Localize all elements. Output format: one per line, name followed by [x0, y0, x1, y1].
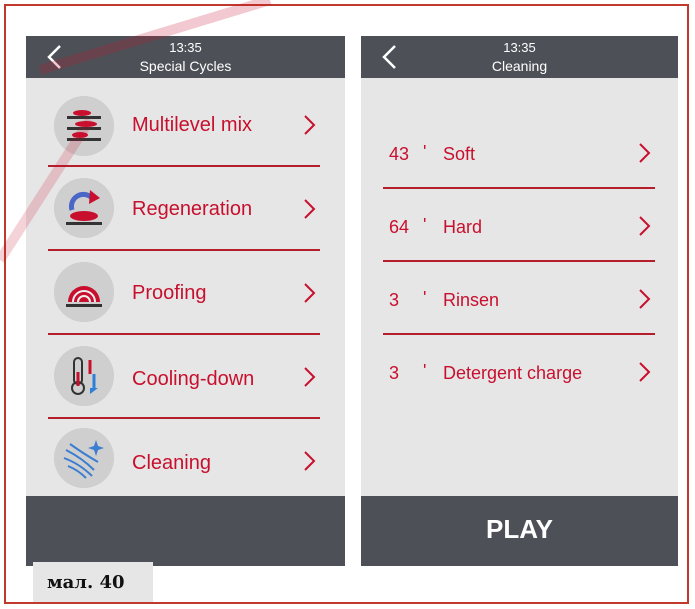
menu-item-label: Cleaning: [132, 452, 211, 474]
option-unit: ': [423, 361, 427, 381]
divider: [48, 417, 320, 419]
menu-item-proofing[interactable]: Proofing: [26, 258, 345, 330]
chevron-right-icon: [304, 199, 316, 219]
chevron-right-icon: [639, 289, 651, 309]
figure-caption: мал. 40: [33, 562, 153, 602]
menu-item-label: Multilevel mix: [132, 114, 253, 136]
divider: [383, 187, 655, 189]
menu-item-regeneration[interactable]: Regeneration: [26, 174, 345, 246]
screen-title: Special Cycles: [139, 58, 232, 74]
chevron-right-icon: [304, 451, 316, 471]
option-unit: ': [423, 142, 427, 162]
regeneration-icon: [54, 178, 114, 238]
chevron-right-icon: [639, 216, 651, 236]
header: 13:35 Special Cycles: [26, 36, 345, 78]
divider: [383, 260, 655, 262]
menu-item-cooling-down[interactable]: Cooling-down: [26, 342, 345, 414]
cleaning-icon: [54, 428, 114, 488]
menu-item-cleaning[interactable]: Cleaning: [26, 426, 345, 498]
cleaning-option-detergent-charge[interactable]: 3 ' Detergent charge: [361, 355, 678, 395]
screen-title: Cleaning: [491, 58, 548, 74]
menu-item-label: Proofing: [132, 282, 207, 304]
option-minutes: 64: [389, 217, 410, 237]
divider: [48, 249, 320, 251]
option-unit: ': [423, 288, 427, 308]
play-button[interactable]: PLAY: [361, 496, 678, 566]
divider: [383, 333, 655, 335]
divider: [48, 333, 320, 335]
chevron-right-icon: [639, 362, 651, 382]
proofing-icon: [54, 262, 114, 322]
clock: 13:35: [503, 40, 536, 55]
menu-item-label: Regeneration: [132, 198, 253, 220]
header: 13:35 Cleaning: [361, 36, 678, 78]
cleaning-screen: 13:35 Cleaning 43 ' Soft 64 ' Hard 3 ' R…: [361, 36, 678, 566]
clock: 13:35: [169, 40, 202, 55]
chevron-right-icon: [639, 143, 651, 163]
footer-bar: [26, 496, 345, 566]
cleaning-option-soft[interactable]: 43 ' Soft: [361, 136, 678, 176]
chevron-right-icon: [304, 115, 316, 135]
cooling-icon: [54, 346, 114, 406]
option-label: Soft: [443, 144, 476, 164]
option-label: Rinsen: [443, 290, 500, 310]
option-label: Hard: [443, 217, 483, 237]
option-label: Detergent charge: [443, 363, 583, 383]
divider: [48, 165, 320, 167]
cleaning-option-rinsen[interactable]: 3 ' Rinsen: [361, 282, 678, 322]
option-minutes: 3: [389, 363, 400, 383]
multilevel-icon: [54, 96, 114, 156]
cleaning-option-hard[interactable]: 64 ' Hard: [361, 209, 678, 249]
chevron-right-icon: [304, 283, 316, 303]
option-minutes: 43: [389, 144, 410, 164]
menu-item-multilevel[interactable]: Multilevel mix: [26, 90, 345, 162]
option-minutes: 3: [389, 290, 400, 310]
chevron-right-icon: [304, 367, 316, 387]
special-cycles-screen: 13:35 Special Cycles Multilevel mix Rege…: [26, 36, 345, 566]
menu-item-label: Cooling-down: [132, 368, 255, 390]
option-unit: ': [423, 215, 427, 235]
play-label: PLAY: [486, 514, 553, 544]
caption-text: мал. 40: [47, 572, 125, 593]
